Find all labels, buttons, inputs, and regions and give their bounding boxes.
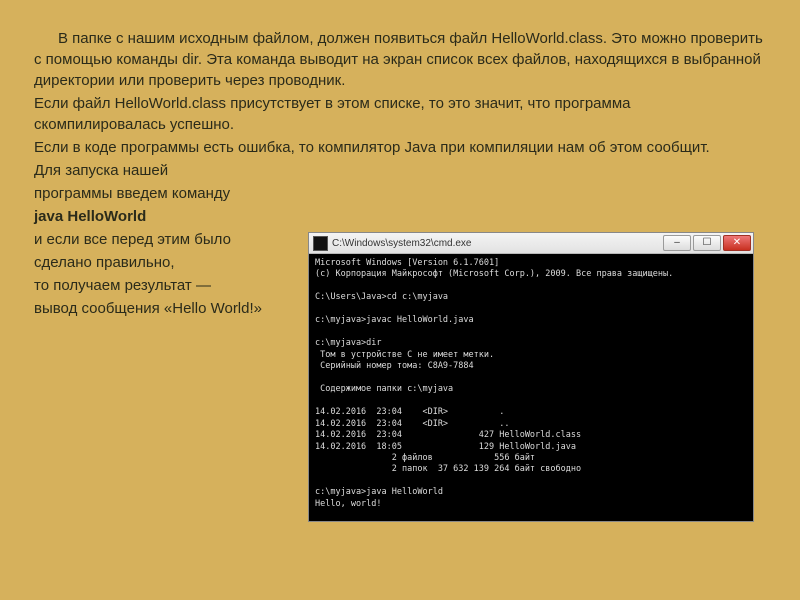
p4a: Для запуска нашей — [34, 160, 304, 181]
paragraph-3: Если в коде программы есть ошибка, то ко… — [34, 137, 766, 158]
minimize-button[interactable]: – — [663, 235, 691, 251]
paragraph-1: В папке с нашим исходным файлом, должен … — [34, 28, 766, 91]
cmd-title: C:\Windows\system32\cmd.exe — [332, 238, 661, 249]
p5d: вывод сообщения «Hello World!» — [34, 298, 304, 319]
cmd-icon — [313, 236, 328, 251]
cmd-body[interactable]: Microsoft Windows [Version 6.1.7601] (c)… — [309, 254, 753, 521]
cmd-titlebar: C:\Windows\system32\cmd.exe – ☐ ✕ — [309, 233, 753, 254]
paragraph-2: Если файл HelloWorld.class присутствует … — [34, 93, 766, 135]
p5b: сделано правильно, — [34, 252, 304, 273]
left-column: Для запуска нашей программы введем коман… — [34, 160, 304, 319]
cmd-window: C:\Windows\system32\cmd.exe – ☐ ✕ Micros… — [308, 232, 754, 522]
maximize-button[interactable]: ☐ — [693, 235, 721, 251]
cmd-output: Microsoft Windows [Version 6.1.7601] (c)… — [315, 258, 673, 509]
p4b: программы введем команду — [34, 183, 304, 204]
close-button[interactable]: ✕ — [723, 235, 751, 251]
window-buttons: – ☐ ✕ — [661, 235, 751, 251]
java-command: java HelloWorld — [34, 206, 304, 227]
p5c: то получаем результат — — [34, 275, 304, 296]
p5a: и если все перед этим было — [34, 229, 304, 250]
